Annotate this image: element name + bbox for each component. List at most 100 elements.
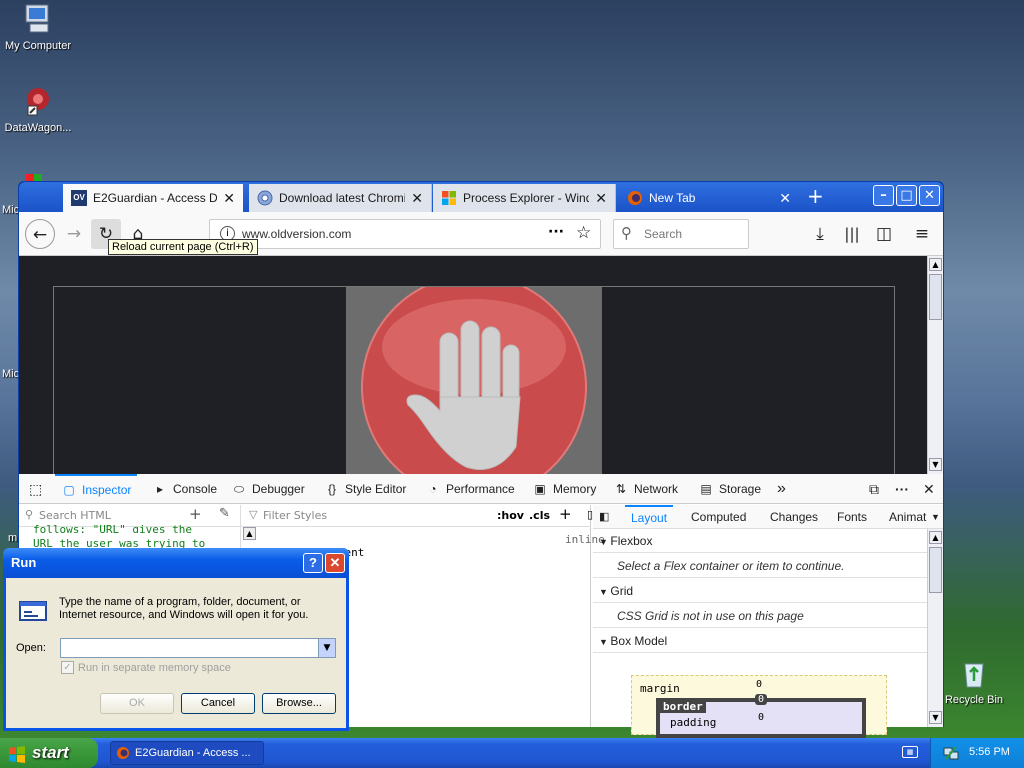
scroll-thumb[interactable]	[929, 274, 942, 320]
tab-computed[interactable]: Computed	[691, 505, 746, 529]
tab-new-tab[interactable]: New Tab ✕	[619, 184, 799, 212]
close-devtools-icon[interactable]: ✕	[923, 474, 935, 504]
firefox-favicon-icon	[627, 190, 643, 206]
tab-fonts[interactable]: Fonts	[837, 505, 867, 529]
scroll-up-arrow-icon[interactable]: ▲	[929, 531, 942, 544]
add-rule-icon[interactable]: +	[559, 505, 572, 523]
toggle-sidebar-icon[interactable]: ◧	[599, 505, 609, 529]
system-tray: 5:56 PM	[930, 738, 1024, 768]
menu-icon[interactable]: ≡	[907, 219, 937, 249]
forward-button[interactable]: →	[59, 219, 89, 249]
browse-button[interactable]: Browse...	[262, 693, 336, 714]
run-dialog-titlebar[interactable]: Run ? ✕	[3, 548, 349, 578]
chromium-favicon-icon	[257, 190, 273, 206]
desktop-icon-recycle-bin[interactable]: Recycle Bin	[936, 656, 1012, 706]
search-bar[interactable]: ⚲ Search	[613, 219, 749, 249]
close-tab-icon[interactable]: ✕	[223, 190, 235, 207]
chevron-down-icon[interactable]: ▼	[318, 639, 335, 657]
margin-top-value[interactable]: 0	[756, 679, 762, 690]
computer-icon	[21, 2, 55, 36]
tab-style-editor[interactable]: {} Style Editor	[324, 474, 406, 504]
search-icon: ⚲	[621, 224, 632, 242]
filter-styles-field[interactable]: ▽ Filter Styles :hov .cls + ▯	[241, 505, 593, 527]
tab-memory[interactable]: ▣ Memory	[532, 474, 596, 504]
element-picker-icon[interactable]: ⬚	[29, 474, 42, 504]
tab-changes[interactable]: Changes	[770, 505, 818, 529]
section-flexbox[interactable]: ▼ Flexbox	[593, 529, 927, 553]
scroll-thumb[interactable]	[929, 547, 942, 593]
back-button[interactable]: ←	[25, 219, 55, 249]
page-actions-icon[interactable]: ···	[548, 224, 564, 240]
chevron-down-icon: ▼	[599, 637, 611, 647]
new-tab-plus-icon[interactable]: +	[807, 186, 824, 206]
tab-console[interactable]: ▸ Console	[152, 474, 217, 504]
start-button[interactable]: start	[0, 738, 98, 768]
inspector-icon: ▢	[63, 483, 75, 497]
chevron-down-icon: ▼	[599, 587, 611, 597]
hov-button[interactable]: :hov	[497, 509, 524, 522]
html-line: follows: "URL" gives the	[33, 523, 192, 533]
dock-side-icon[interactable]: ⧉	[869, 474, 879, 504]
maximize-button[interactable]: □	[896, 185, 917, 206]
devtools-options-icon[interactable]: ···	[895, 474, 909, 504]
help-button[interactable]: ?	[303, 553, 323, 573]
border-label: border	[660, 700, 706, 713]
close-dialog-button[interactable]: ✕	[325, 553, 345, 573]
desktop-icon-my-computer[interactable]: My Computer	[0, 2, 76, 52]
close-window-button[interactable]: ✕	[919, 185, 940, 206]
windows-favicon-icon	[441, 190, 457, 206]
desktop-icon-datawagon[interactable]: DataWagon...	[0, 84, 76, 134]
storage-icon: ▤	[700, 482, 712, 496]
rules-scroll-up-icon[interactable]: ▲	[243, 527, 256, 540]
url-bar[interactable]: i www.oldversion.com ··· ☆	[209, 219, 601, 249]
start-label: start	[32, 743, 69, 762]
eyedropper-icon[interactable]: ✎	[219, 506, 230, 521]
tab-e2guardian[interactable]: OV E2Guardian - Access Denied ✕	[63, 184, 243, 212]
tab-process-explorer[interactable]: Process Explorer - Windows ✕	[433, 184, 616, 212]
cancel-button[interactable]: Cancel	[181, 693, 255, 714]
tab-debugger[interactable]: ⬭ Debugger	[231, 474, 305, 504]
tab-label: Console	[173, 482, 218, 496]
library-icon[interactable]: |||	[837, 219, 867, 249]
close-tab-icon[interactable]: ✕	[595, 190, 607, 207]
tab-network[interactable]: ⇅ Network	[613, 474, 678, 504]
scroll-down-arrow-icon[interactable]: ▼	[929, 711, 942, 724]
section-box-model[interactable]: ▼ Box Model	[593, 629, 927, 653]
add-node-icon[interactable]: +	[189, 505, 202, 523]
tab-strip: OV E2Guardian - Access Denied ✕ Download…	[19, 182, 943, 212]
network-tray-icon[interactable]	[943, 745, 959, 764]
bookmark-star-icon[interactable]: ☆	[576, 223, 591, 243]
tabs-overflow-icon[interactable]: ▼	[931, 505, 940, 529]
minimize-button[interactable]: –	[873, 185, 894, 206]
border-top-value[interactable]: 0	[755, 694, 768, 705]
close-tab-icon[interactable]: ✕	[779, 190, 791, 207]
tab-inspector[interactable]: ▢ Inspector	[55, 474, 138, 504]
cls-button[interactable]: .cls	[529, 509, 550, 522]
padding-top-value[interactable]: 0	[758, 712, 764, 723]
section-grid[interactable]: ▼ Grid	[593, 579, 927, 603]
layout-scrollbar[interactable]: ▲ ▼	[927, 529, 943, 727]
padding-label: padding	[670, 716, 717, 729]
tab-animations[interactable]: Animat	[889, 505, 926, 529]
taskbar-task-e2guardian[interactable]: E2Guardian - Access ...	[110, 741, 264, 765]
section-label: Box Model	[610, 634, 668, 648]
more-tools-icon[interactable]: »	[777, 474, 786, 504]
scroll-down-arrow-icon[interactable]: ▼	[929, 458, 942, 471]
keyboard-indicator-icon[interactable]: ▦	[902, 746, 918, 758]
tab-storage[interactable]: ▤ Storage	[698, 474, 761, 504]
scroll-up-arrow-icon[interactable]: ▲	[929, 258, 942, 271]
open-combobox[interactable]: ▼	[60, 638, 336, 658]
downloads-icon[interactable]: ⤓	[805, 219, 835, 249]
page-scrollbar[interactable]: ▲ ▼	[927, 256, 943, 474]
sidebar-icon[interactable]: ◫	[869, 219, 899, 249]
clock[interactable]: 5:56 PM	[969, 746, 1010, 758]
debugger-icon: ⬭	[233, 482, 245, 496]
memory-space-checkbox[interactable]: ✓	[61, 661, 74, 674]
tab-layout[interactable]: Layout	[625, 505, 674, 529]
ok-button[interactable]: OK	[100, 693, 174, 714]
layout-panel: ◧ Layout Computed Changes Fonts Animat ▼…	[593, 505, 943, 738]
tab-performance[interactable]: ◔ Performance	[425, 474, 514, 504]
close-tab-icon[interactable]: ✕	[411, 190, 423, 207]
tab-chromium[interactable]: Download latest Chromium ✕	[249, 184, 432, 212]
layout-tabs: ◧ Layout Computed Changes Fonts Animat ▼	[593, 505, 943, 529]
